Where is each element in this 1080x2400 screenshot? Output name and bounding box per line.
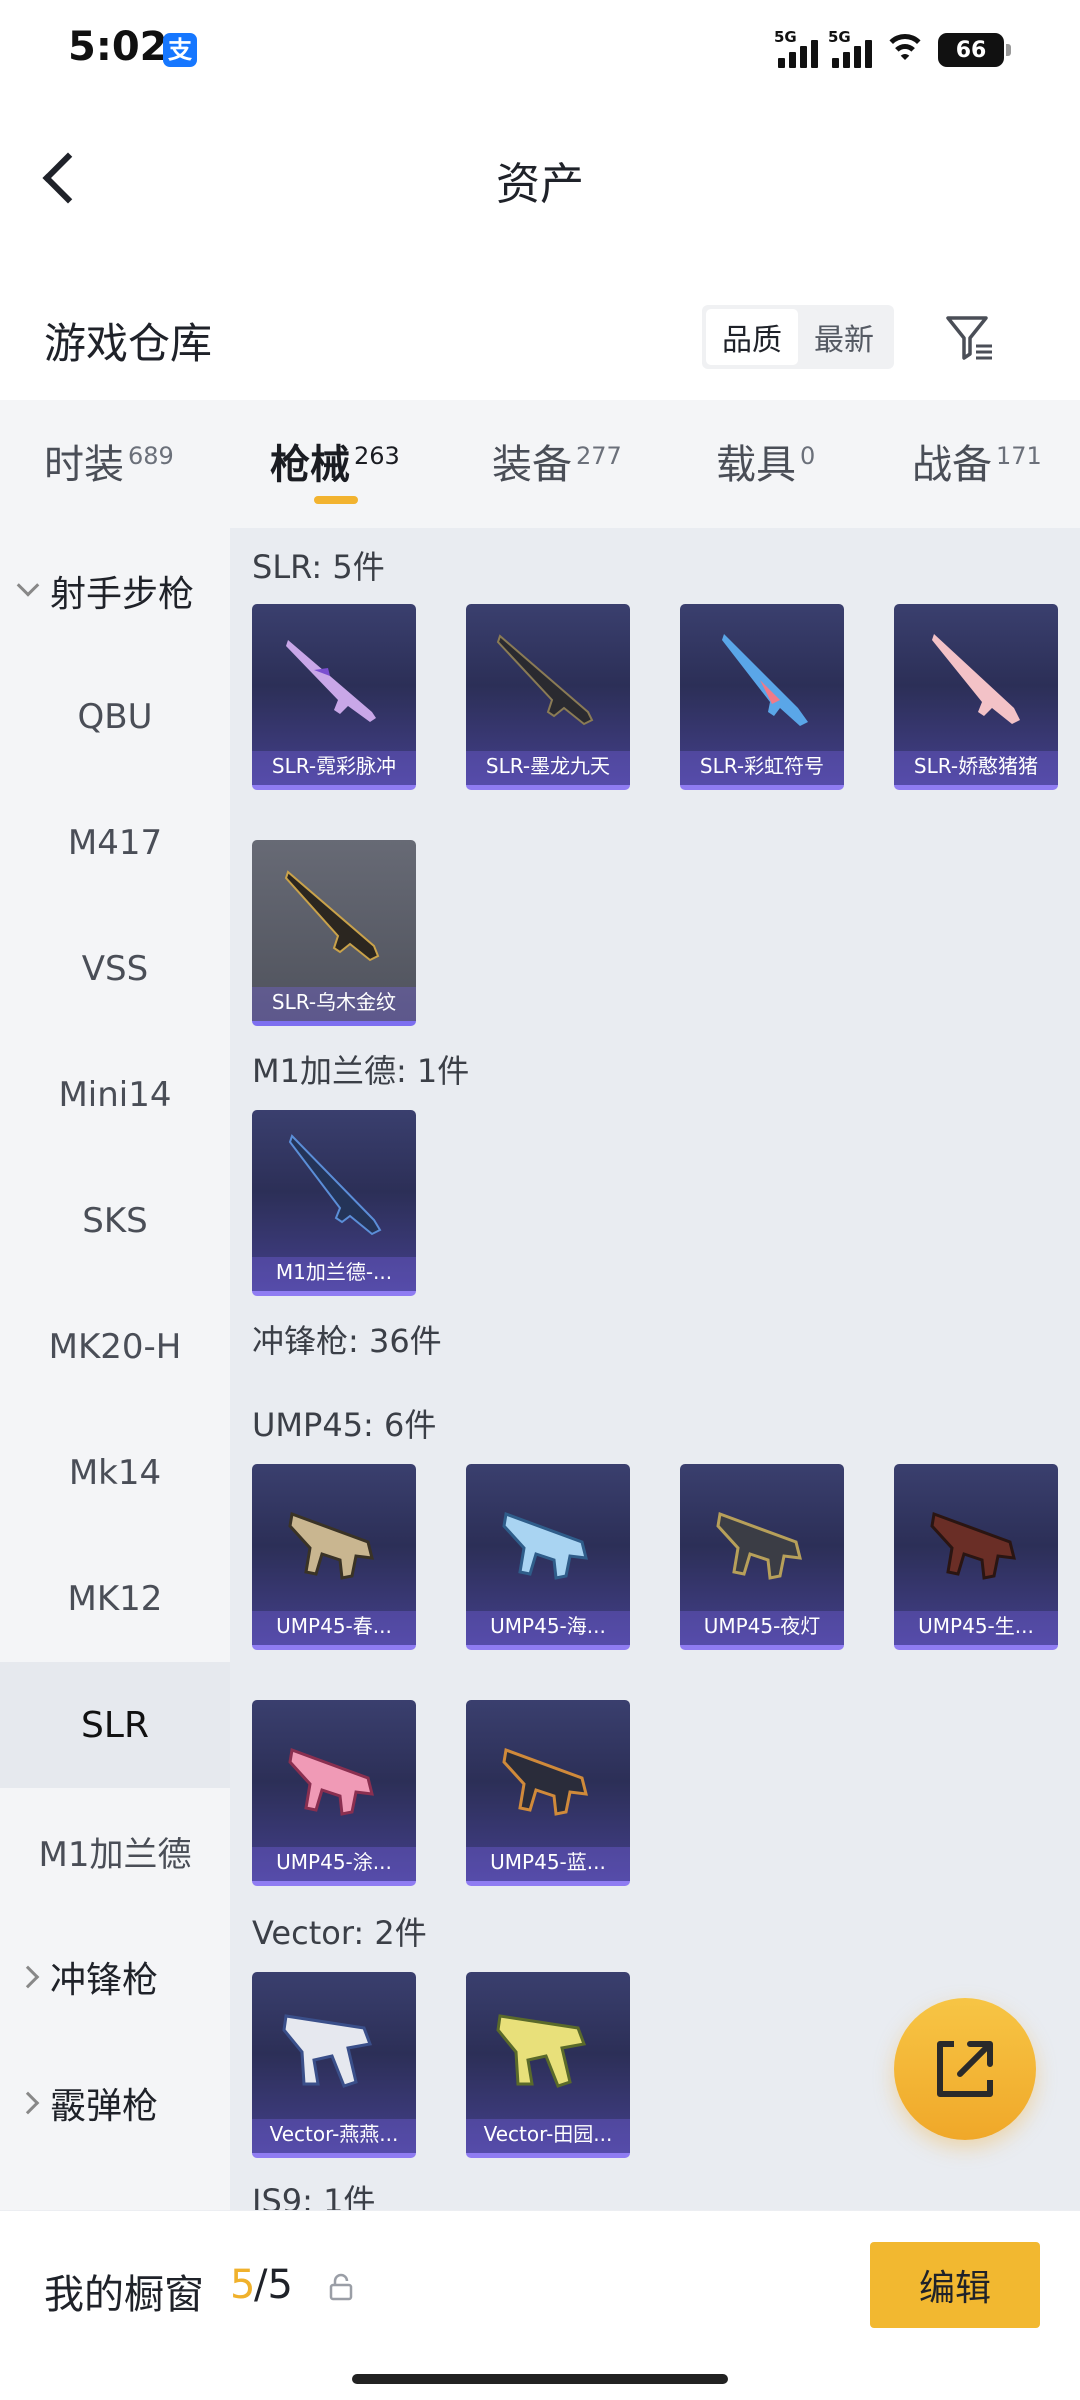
sidebar-item-qbu[interactable]: QBU	[0, 654, 230, 780]
smg-image	[716, 1511, 802, 1580]
sort-newest-button[interactable]: 最新	[798, 309, 890, 365]
tab-guns[interactable]: 枪械 263	[270, 432, 400, 490]
sidebar-item-m417[interactable]: M417	[0, 780, 230, 906]
chevron-right-icon	[16, 2091, 40, 2115]
smg-image	[502, 1747, 588, 1816]
lock-icon	[329, 2273, 353, 2301]
group-label-ump45: UMP45: 6件	[252, 1406, 437, 1444]
item-card[interactable]: Vector-田园...	[466, 1972, 630, 2158]
group-label-vector: Vector: 2件	[252, 1914, 427, 1952]
smg-image	[288, 1747, 374, 1816]
sidebar-item-mk20h[interactable]: MK20-H	[0, 1284, 230, 1410]
showcase-used-count: 5	[230, 2262, 256, 2308]
status-bar: 5:02 支 5G 5G 66	[0, 0, 1080, 100]
rifle-image	[722, 634, 808, 726]
item-card[interactable]: UMP45-蓝...	[466, 1700, 630, 1886]
item-card[interactable]: SLR-霓彩脉冲	[252, 604, 416, 790]
signal-icon-2: 5G	[828, 28, 872, 68]
tab-active-indicator	[314, 496, 358, 504]
item-card[interactable]: UMP45-海...	[466, 1464, 630, 1650]
alipay-icon: 支	[163, 33, 197, 67]
group-label-m1-garand: M1加兰德: 1件	[252, 1052, 470, 1090]
smg-image	[496, 2014, 587, 2088]
smg-image	[282, 2014, 373, 2088]
rifle-image	[286, 640, 376, 722]
smg-image	[502, 1511, 588, 1580]
tab-supplies[interactable]: 战备 171	[912, 432, 1042, 490]
home-indicator	[352, 2374, 728, 2384]
sort-quality-button[interactable]: 品质	[706, 309, 798, 365]
sidebar-item-sks[interactable]: SKS	[0, 1158, 230, 1284]
page-title: 资产	[496, 159, 584, 210]
sidebar-item-vss[interactable]: VSS	[0, 906, 230, 1032]
share-button[interactable]	[894, 1998, 1036, 2140]
filter-icon[interactable]	[942, 310, 998, 366]
edit-button[interactable]: 编辑	[870, 2242, 1040, 2328]
sidebar-item-m1-garand[interactable]: M1加兰德	[0, 1788, 230, 1914]
item-card[interactable]: UMP45-春...	[252, 1464, 416, 1650]
group-label-slr: SLR: 5件	[252, 548, 385, 586]
item-card[interactable]: UMP45-生...	[894, 1464, 1058, 1650]
rifle-image	[496, 634, 594, 726]
warehouse-title: 游戏仓库	[44, 319, 213, 368]
wifi-icon	[882, 32, 928, 68]
chevron-right-icon	[16, 1965, 40, 1989]
weapon-type-sidebar: 射手步枪 QBU M417 VSS Mini14 SKS MK20-H Mk14…	[0, 528, 230, 2210]
item-card[interactable]: SLR-娇憨猪猪	[894, 604, 1058, 790]
sidebar-item-slr[interactable]: SLR	[0, 1662, 230, 1788]
battery-icon: 66	[938, 33, 1011, 67]
sidebar-item-mk14[interactable]: Mk14	[0, 1410, 230, 1536]
smg-image	[288, 1511, 374, 1580]
rifle-image	[288, 1134, 382, 1236]
item-card[interactable]: Vector-燕燕...	[252, 1972, 416, 2158]
category-tabs: 时装 689 枪械 263 装备 277 载具 0 战备 171	[0, 400, 1080, 528]
sort-toggle: 品质 最新	[702, 305, 894, 369]
status-time: 5:02	[68, 24, 168, 70]
showcase-total-count: /5	[254, 2262, 293, 2308]
sidebar-item-mk12[interactable]: MK12	[0, 1536, 230, 1662]
status-icons: 5G 5G 66	[774, 28, 1011, 72]
sidebar-group-shotgun[interactable]: 霰弹枪	[0, 2040, 230, 2166]
item-card[interactable]: M1加兰德-...	[252, 1110, 416, 1296]
item-card[interactable]: SLR-彩虹符号	[680, 604, 844, 790]
sidebar-group-smg[interactable]: 冲锋枪	[0, 1914, 230, 2040]
item-card[interactable]: UMP45-涂...	[252, 1700, 416, 1886]
tab-vehicles[interactable]: 载具 0	[716, 432, 815, 490]
sidebar-group-marksman-rifles[interactable]: 射手步枪	[0, 528, 230, 654]
rifle-image	[932, 634, 1020, 724]
item-card[interactable]: UMP45-夜灯	[680, 1464, 844, 1650]
share-icon	[937, 2041, 993, 2097]
group-label-smg: 冲锋枪: 36件	[252, 1322, 442, 1360]
tab-fashion[interactable]: 时装 689	[44, 432, 174, 490]
smg-image	[930, 1511, 1016, 1580]
signal-icon: 5G	[774, 28, 818, 68]
item-card[interactable]: SLR-乌木金纹	[252, 840, 416, 1026]
showcase-label: 我的橱窗	[44, 2272, 204, 2318]
item-grid: SLR: 5件 SLR-霓彩脉冲 SLR-墨龙九天 SLR-彩虹符号 SLR-娇…	[230, 528, 1080, 2210]
sidebar-item-mini14[interactable]: Mini14	[0, 1032, 230, 1158]
item-card[interactable]: SLR-墨龙九天	[466, 604, 630, 790]
tab-equipment[interactable]: 装备 277	[492, 432, 622, 490]
group-label-js9: JS9: 1件	[252, 2182, 376, 2210]
chevron-down-icon	[16, 574, 40, 597]
rifle-image	[284, 870, 380, 962]
